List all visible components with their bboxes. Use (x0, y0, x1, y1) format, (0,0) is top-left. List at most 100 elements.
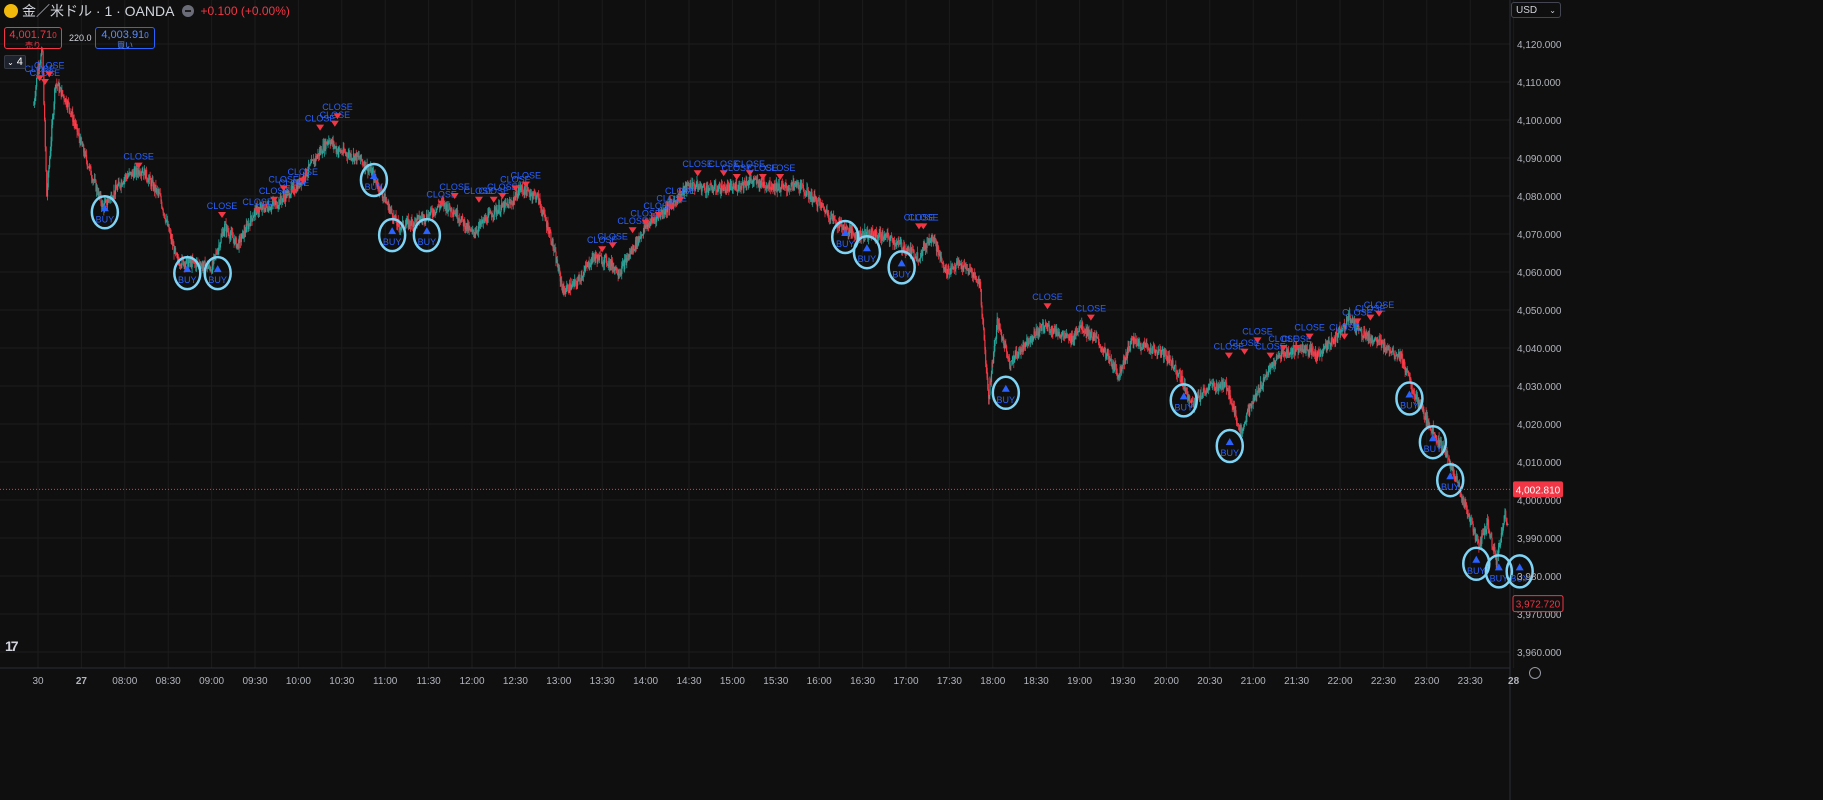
close-label: CLOSE (665, 186, 696, 196)
candle-body (174, 247, 177, 253)
candle-body (579, 277, 581, 281)
y-tick-label: 4,100.000 (1517, 116, 1562, 127)
candle-body (44, 120, 46, 147)
gear-icon[interactable] (1529, 667, 1541, 679)
close-label: CLOSE (1032, 292, 1063, 302)
y-tick-label: 3,990.000 (1517, 534, 1562, 545)
close-label: CLOSE (242, 197, 273, 207)
x-tick-label: 23:00 (1414, 676, 1439, 687)
close-label: CLOSE (511, 171, 542, 181)
candle-body (36, 77, 38, 87)
close-label: CLOSE (207, 201, 238, 211)
x-tick-label: 16:30 (850, 676, 875, 687)
candle-body (1200, 392, 1202, 396)
x-tick-label: 22:00 (1327, 676, 1352, 687)
candle-body (955, 264, 957, 270)
sell-label: 売り (25, 41, 41, 50)
candle-body (913, 250, 915, 258)
x-tick-label: 09:00 (199, 676, 224, 687)
candle-body (1189, 395, 1191, 401)
candle-body (1487, 519, 1489, 529)
x-tick-label: 21:00 (1241, 676, 1266, 687)
x-tick-label: 15:30 (763, 676, 788, 687)
buy-label: BUY (178, 275, 197, 285)
x-tick-label: 14:30 (676, 676, 701, 687)
buy-label: BUY (836, 239, 855, 249)
buy-label: BUY (997, 395, 1016, 405)
sell-button[interactable]: 4,001.710 売り (4, 27, 62, 50)
buy-label: BUY (96, 214, 115, 224)
y-tick-label: 4,060.000 (1517, 268, 1562, 279)
buy-button[interactable]: 4,003.910 買い (95, 27, 155, 50)
symbol-title[interactable]: 金／米ドル · 1 · OANDA (22, 1, 174, 21)
tradingview-logo-icon[interactable]: 17 (5, 638, 19, 654)
candle-body (815, 197, 818, 205)
x-tick-label: 18:00 (980, 676, 1005, 687)
candle-body (904, 245, 906, 252)
candle-body (917, 252, 919, 261)
symbol-header: 金／米ドル · 1 · OANDA +0.100 (+0.00%) (0, 0, 290, 22)
candle-body (980, 281, 982, 290)
buy-label: BUY (892, 269, 911, 279)
candle-body (220, 236, 222, 243)
buy-label: BUY (1467, 566, 1486, 576)
close-label: CLOSE (765, 163, 796, 173)
market-status-icon[interactable] (182, 5, 195, 17)
candle-body (704, 187, 706, 192)
indicators-toggle-button[interactable]: ⌄ 4 (4, 55, 26, 69)
candle-body (750, 178, 752, 181)
candle-body (250, 215, 253, 219)
candle-body (391, 208, 393, 214)
x-tick-label: 10:30 (329, 676, 354, 687)
buy-label: BUY (1424, 444, 1443, 454)
buy-label: BUY (1400, 401, 1419, 411)
close-label: CLOSE (1294, 323, 1325, 333)
candle-body (1091, 331, 1093, 338)
buy-label: BUY (383, 237, 402, 247)
candle-body (68, 102, 70, 109)
chevron-down-icon: ⌄ (1549, 5, 1556, 15)
y-tick-label: 4,020.000 (1517, 420, 1562, 431)
x-tick-label: 14:00 (633, 676, 658, 687)
x-tick-label: 27 (76, 676, 88, 687)
x-tick-label: 13:30 (590, 676, 615, 687)
candle-body (577, 280, 579, 286)
x-tick-label: 08:00 (112, 676, 137, 687)
current-price-label: 4,002.810 (1516, 485, 1561, 496)
candle-body (1491, 537, 1493, 547)
candle-body (996, 318, 998, 330)
y-tick-label: 3,980.000 (1517, 572, 1562, 583)
price-chart[interactable]: CLOSE CLOSE CLOSE CLOSE CLOSE CLOSE CLOSE CLOSE… (0, 0, 1823, 800)
x-tick-label: 16:00 (807, 676, 832, 687)
candle-body (990, 373, 993, 382)
candle-body (1173, 365, 1176, 370)
candle-body (550, 231, 552, 242)
y-tick-label: 4,080.000 (1517, 192, 1562, 203)
y-tick-label: 4,030.000 (1517, 382, 1562, 393)
candle-body (224, 224, 226, 232)
currency-select[interactable]: USD ⌄ (1511, 2, 1561, 18)
x-tick-label: 20:00 (1154, 676, 1179, 687)
candle-body (1447, 454, 1449, 458)
candle-body (1169, 355, 1171, 360)
x-tick-label: 11:30 (416, 676, 441, 687)
candle-body (789, 187, 791, 190)
candle-body (1008, 358, 1011, 366)
candle-body (982, 319, 985, 329)
candle-body (830, 215, 832, 220)
candle-body (240, 238, 242, 243)
y-tick-label: 4,000.000 (1517, 496, 1562, 507)
x-tick-label: 19:30 (1110, 676, 1135, 687)
y-tick-label: 3,960.000 (1517, 648, 1562, 659)
candle-body (1034, 331, 1036, 336)
candle-body (1466, 509, 1469, 515)
x-tick-label: 11:00 (373, 676, 398, 687)
y-tick-label: 4,010.000 (1517, 458, 1562, 469)
buy-price: 4,003.91 (101, 29, 145, 41)
close-label: CLOSE (597, 231, 628, 241)
buy-label: BUY (1175, 402, 1194, 412)
x-tick-label: 12:30 (503, 676, 528, 687)
candle-body (62, 90, 64, 95)
x-tick-label: 23:30 (1458, 676, 1483, 687)
close-label: CLOSE (1076, 304, 1107, 314)
